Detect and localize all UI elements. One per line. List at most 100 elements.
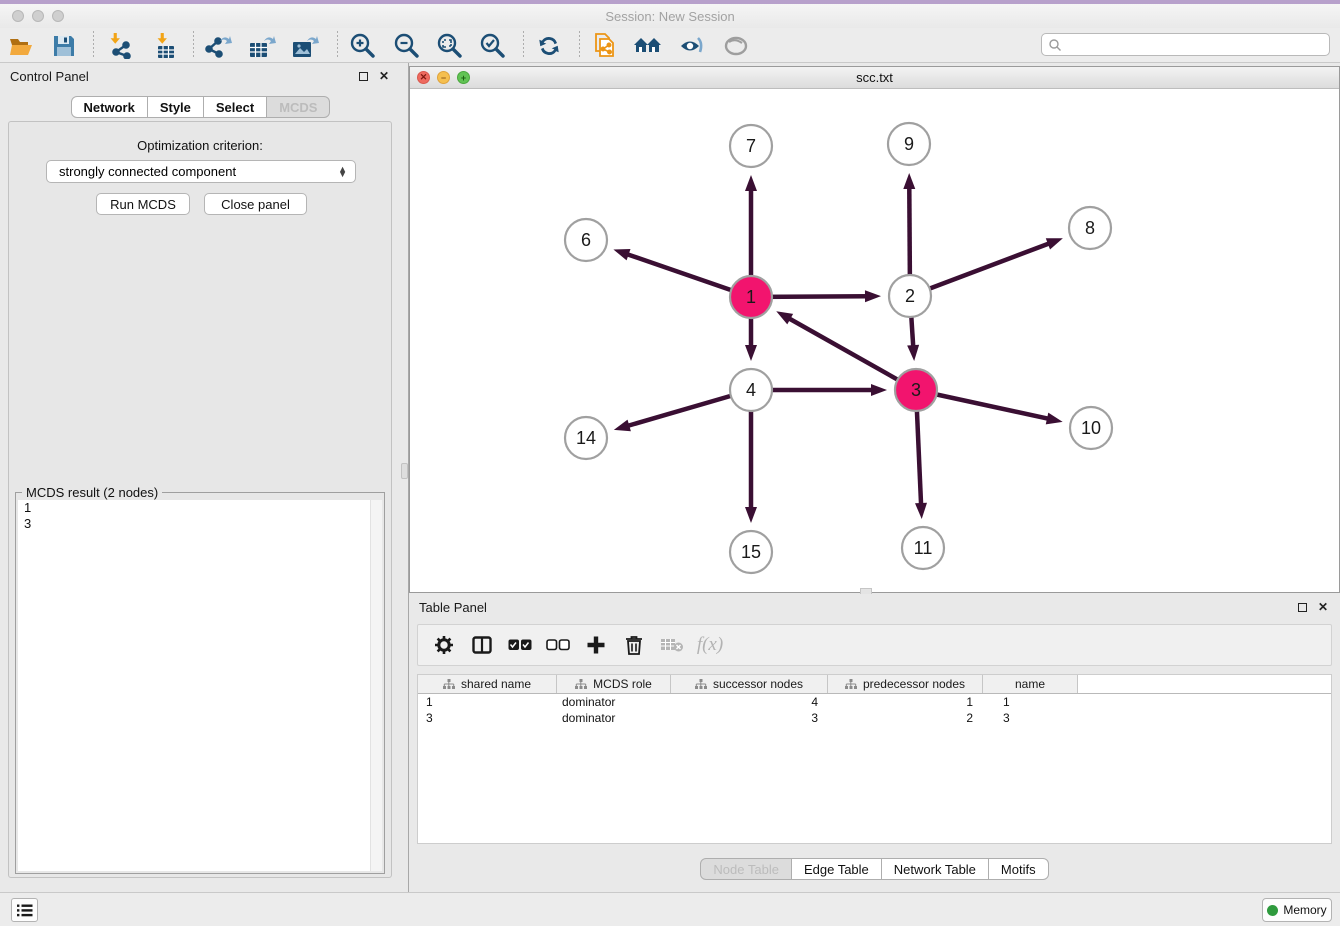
splitter-handle[interactable]: [401, 463, 408, 479]
cell-name[interactable]: 3: [983, 710, 1078, 726]
toolbar-divider: [523, 31, 524, 59]
run-mcds-button[interactable]: Run MCDS: [96, 193, 190, 215]
show-all-networks-button[interactable]: [629, 30, 667, 61]
network-frame: scc.txt ✕ − + 7968124314101511: [409, 66, 1340, 593]
save-session-button[interactable]: [45, 30, 83, 61]
import-network-button[interactable]: [101, 30, 139, 61]
network-canvas[interactable]: 7968124314101511: [410, 89, 1339, 592]
cell-name[interactable]: 1: [983, 694, 1078, 710]
list-icon: [17, 904, 33, 917]
window-title: Session: New Session: [0, 9, 1340, 24]
vertical-splitter[interactable]: [401, 63, 409, 892]
control-panel-float-icon[interactable]: [356, 69, 370, 83]
table-header-row: shared name MCDS role successor nodes pr…: [418, 675, 1331, 694]
show-eye-disabled-button[interactable]: [717, 30, 755, 61]
column-header-successor-nodes[interactable]: successor nodes: [671, 675, 828, 693]
select-all-button[interactable]: [508, 633, 532, 657]
zoom-fit-button[interactable]: [430, 30, 468, 61]
graph-edge-arrowhead: [745, 345, 757, 361]
cell-mcds-role[interactable]: dominator: [557, 710, 671, 726]
task-history-button[interactable]: [11, 898, 38, 922]
cell-predecessor-nodes[interactable]: 1: [828, 694, 983, 710]
tab-network-table[interactable]: Network Table: [882, 858, 989, 880]
open-session-button[interactable]: [3, 30, 41, 61]
graph-node-label: 15: [741, 542, 761, 562]
close-panel-button[interactable]: Close panel: [204, 193, 307, 215]
hide-selected-button[interactable]: [673, 30, 711, 61]
zoom-fit-icon: [436, 33, 462, 59]
cell-shared-name[interactable]: 1: [418, 694, 557, 710]
graph-node-label: 10: [1081, 418, 1101, 438]
graph-node-label: 6: [581, 230, 591, 250]
chevron-updown-icon: ▲▼: [338, 167, 347, 177]
search-field[interactable]: [1041, 33, 1330, 56]
graph-node-label: 3: [911, 380, 921, 400]
cell-successor-nodes[interactable]: 3: [671, 710, 828, 726]
zoom-selected-button[interactable]: [473, 30, 511, 61]
graph-edge[interactable]: [910, 243, 1051, 296]
tab-node-table[interactable]: Node Table: [700, 858, 792, 880]
add-column-button[interactable]: [584, 633, 608, 657]
window-titlebar: Session: New Session: [0, 4, 1340, 28]
search-input[interactable]: [1062, 38, 1329, 52]
mcds-result-area[interactable]: 1 3: [18, 500, 382, 871]
zoom-out-icon: [393, 33, 419, 59]
export-network-icon: [204, 33, 232, 59]
column-header-name[interactable]: name: [983, 675, 1078, 693]
open-folder-icon: [8, 34, 36, 58]
control-panel-close-icon[interactable]: ✕: [377, 69, 391, 83]
cell-predecessor-nodes[interactable]: 2: [828, 710, 983, 726]
control-panel-title: Control Panel: [10, 69, 89, 84]
table-panel-close-icon[interactable]: ✕: [1316, 600, 1330, 614]
clone-network-button[interactable]: [586, 30, 624, 61]
tab-style[interactable]: Style: [148, 96, 204, 118]
table-panel-float-icon[interactable]: [1295, 600, 1309, 614]
apply-layout-button[interactable]: [530, 30, 568, 61]
graph-edge-arrowhead: [613, 249, 630, 260]
table-options-button[interactable]: [432, 633, 456, 657]
column-type-icon: [845, 679, 857, 690]
export-table-button[interactable]: [243, 30, 281, 61]
graph-edge-arrowhead: [776, 311, 793, 324]
tab-mcds[interactable]: MCDS: [267, 96, 330, 118]
clone-network-icon: [592, 32, 618, 60]
tab-motifs[interactable]: Motifs: [989, 858, 1049, 880]
table-row[interactable]: 3 dominator 3 2 3: [418, 710, 1331, 726]
trash-icon: [625, 635, 643, 655]
table-row[interactable]: 1 dominator 4 1 1: [418, 694, 1331, 710]
cell-mcds-role[interactable]: dominator: [557, 694, 671, 710]
unchecked-boxes-icon: [546, 639, 570, 651]
graph-node-label: 9: [904, 134, 914, 154]
graph-node-label: 2: [905, 286, 915, 306]
graph-node-label: 4: [746, 380, 756, 400]
graph-node-label: 14: [576, 428, 596, 448]
deselect-all-button[interactable]: [546, 633, 570, 657]
column-type-icon: [443, 679, 455, 690]
export-network-button[interactable]: [199, 30, 237, 61]
split-view-button[interactable]: [470, 633, 494, 657]
cell-successor-nodes[interactable]: 4: [671, 694, 828, 710]
zoom-selected-icon: [479, 33, 505, 59]
cell-shared-name[interactable]: 3: [418, 710, 557, 726]
zoom-out-button[interactable]: [387, 30, 425, 61]
delete-column-button[interactable]: [622, 633, 646, 657]
export-image-button[interactable]: [286, 30, 324, 61]
memory-button[interactable]: Memory: [1262, 898, 1332, 922]
column-header-predecessor-nodes[interactable]: predecessor nodes: [828, 675, 983, 693]
tab-select[interactable]: Select: [204, 96, 267, 118]
tab-network[interactable]: Network: [71, 96, 148, 118]
zoom-in-button[interactable]: [343, 30, 381, 61]
column-header-shared-name[interactable]: shared name: [418, 675, 557, 693]
network-frame-titlebar[interactable]: scc.txt ✕ − +: [410, 67, 1339, 89]
memory-label: Memory: [1283, 903, 1326, 917]
optimization-criterion-select[interactable]: strongly connected component ▲▼: [46, 160, 356, 183]
graph-edge[interactable]: [788, 318, 916, 390]
network-graph[interactable]: 7968124314101511: [410, 89, 1339, 592]
result-scrollbar[interactable]: [370, 500, 382, 871]
column-header-mcds-role[interactable]: MCDS role: [557, 675, 671, 693]
import-table-button[interactable]: [146, 30, 184, 61]
tab-edge-table[interactable]: Edge Table: [792, 858, 882, 880]
export-image-icon: [291, 33, 319, 59]
graph-edge-arrowhead: [745, 507, 757, 523]
node-table[interactable]: shared name MCDS role successor nodes pr…: [417, 674, 1332, 844]
